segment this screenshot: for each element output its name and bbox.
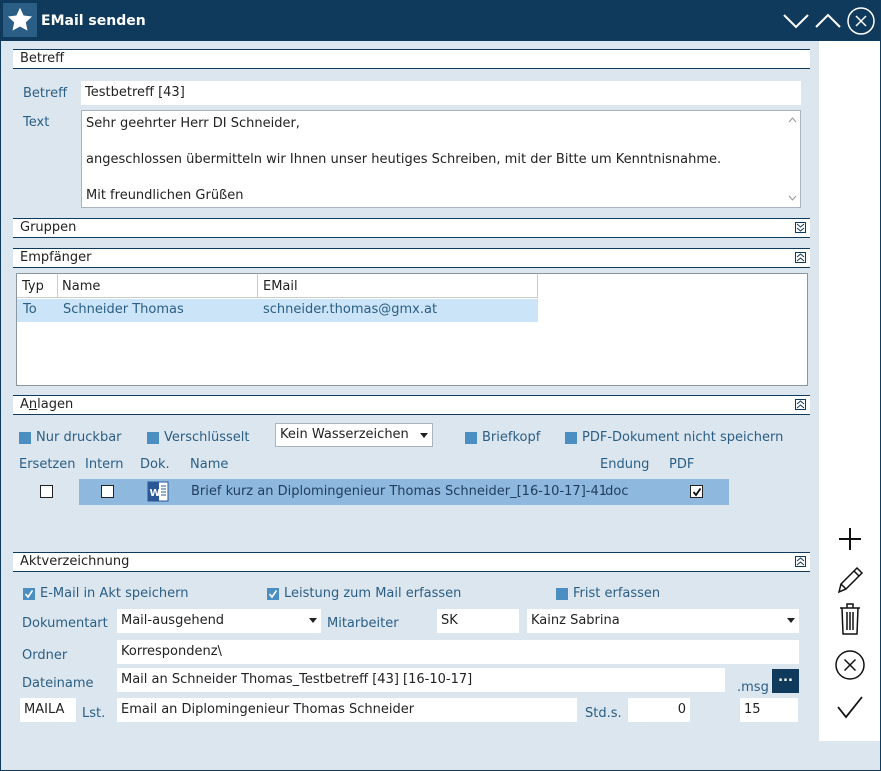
akt-section-header[interactable]: Aktverzeichnung <box>13 552 810 572</box>
mitarbeiter-label: Mitarbeiter <box>327 616 399 631</box>
close-circle-icon[interactable] <box>846 5 876 37</box>
email-dialog: EMail senden Betreff Betreff Testbetreff… <box>0 0 881 771</box>
mitarbeiter-kuerzel-input[interactable]: SK <box>437 609 519 633</box>
text-line: angeschlossen übermitteln wir Ihnen unse… <box>86 152 722 167</box>
collapse-icon[interactable] <box>795 556 806 567</box>
lst-label: Lst. <box>82 706 106 721</box>
plus-icon[interactable] <box>833 522 867 556</box>
recipient-email: schneider.thomas@gmx.at <box>263 302 438 317</box>
pdf-checkbox[interactable] <box>690 485 703 498</box>
empfaenger-section: Typ Name EMail To Schneider Thomas schne… <box>13 270 810 390</box>
section-title: Aktverzeichnung <box>20 554 130 569</box>
section-title: Anlagen <box>20 397 74 412</box>
window-title: EMail senden <box>41 13 146 29</box>
dateiname-input[interactable]: Mail an Schneider Thomas_Testbetreff [43… <box>117 668 725 692</box>
word-document-icon[interactable]: W <box>147 481 169 502</box>
anlagen-section-header[interactable]: Anlagen <box>13 395 810 415</box>
text-scrollbar[interactable] <box>784 111 800 207</box>
svg-text:W: W <box>150 488 161 499</box>
expand-icon[interactable] <box>795 222 806 233</box>
lst-input[interactable]: Email an Diplomingenieur Thomas Schneide… <box>117 698 577 722</box>
lst-code-input[interactable]: MAILA <box>20 698 76 722</box>
betreff-label: Betreff <box>23 86 68 101</box>
star-icon <box>3 3 37 37</box>
frist-checkbox[interactable]: Frist erfassen <box>556 586 660 601</box>
dropdown-arrow-icon <box>420 433 428 438</box>
column-header[interactable]: Name <box>62 279 100 294</box>
briefkopf-checkbox[interactable]: Briefkopf <box>465 430 540 445</box>
column-header[interactable]: Intern <box>85 457 124 472</box>
column-header[interactable]: Ersetzen <box>19 457 76 472</box>
ordner-label: Ordner <box>22 648 68 663</box>
trash-icon[interactable] <box>833 602 867 636</box>
section-title: Betreff <box>20 51 65 66</box>
scroll-up-icon[interactable] <box>788 117 797 123</box>
text-label: Text <box>23 115 50 130</box>
attachment-name: Brief kurz an Diplomingenieur Thomas Sch… <box>191 484 607 499</box>
gruppen-section-header[interactable]: Gruppen <box>13 218 810 238</box>
title-bar: EMail senden <box>1 1 880 41</box>
section-title: Gruppen <box>20 220 77 235</box>
ersetzen-checkbox[interactable] <box>40 485 53 498</box>
verschluesselt-checkbox[interactable]: Verschlüsselt <box>147 430 250 445</box>
dateiname-label: Dateiname <box>22 676 94 691</box>
nur-druckbar-checkbox[interactable]: Nur druckbar <box>19 430 122 445</box>
mitarbeiter-select[interactable]: Kainz Sabrina <box>527 609 799 633</box>
intern-checkbox[interactable] <box>101 485 114 498</box>
recipient-type: To <box>23 302 37 317</box>
text-line: Mit freundlichen Grüßen <box>86 188 244 203</box>
section-title: Empfänger <box>20 250 92 265</box>
betreff-input[interactable]: Testbetreff [43] <box>81 81 801 105</box>
empfaenger-section-header[interactable]: Empfänger <box>13 248 810 268</box>
pdf-nicht-speichern-checkbox[interactable]: PDF-Dokument nicht speichern <box>565 430 783 445</box>
leistung-checkbox[interactable]: Leistung zum Mail erfassen <box>267 586 461 601</box>
collapse-icon[interactable] <box>795 399 806 410</box>
stds-label: Std.s. <box>585 706 622 721</box>
column-header[interactable]: Typ <box>22 279 44 294</box>
table-row[interactable]: To Schneider Thomas schneider.thomas@gmx… <box>17 299 538 322</box>
column-header[interactable]: PDF <box>669 457 694 472</box>
chevron-down-icon[interactable] <box>781 5 811 37</box>
text-line: Sehr geehrter Herr DI Schneider, <box>86 116 300 131</box>
email-in-akt-checkbox[interactable]: E-Mail in Akt speichern <box>23 586 188 601</box>
extra-value-input[interactable]: 15 <box>740 698 798 722</box>
ordner-input[interactable]: Korrespondenz\ <box>117 640 799 664</box>
action-sidebar <box>819 41 880 741</box>
checkmark-icon[interactable] <box>833 690 867 724</box>
wasserzeichen-select[interactable]: Kein Wasserzeichen <box>275 423 433 447</box>
text-area[interactable]: Sehr geehrter Herr DI Schneider, angesch… <box>81 110 801 208</box>
table-row[interactable]: W Brief kurz an Diplomingenieur Thomas S… <box>15 479 729 505</box>
column-header[interactable]: EMail <box>263 279 298 294</box>
stds-input[interactable]: 0 <box>628 698 690 722</box>
scroll-down-icon[interactable] <box>788 195 797 201</box>
akt-section: E-Mail in Akt speichern Leistung zum Mai… <box>13 574 810 731</box>
attachment-extension: .doc <box>601 484 629 499</box>
betreff-section: Betreff Testbetreff [43] Text Sehr geehr… <box>13 71 810 211</box>
dateiname-extension: .msg <box>737 680 769 695</box>
column-header[interactable]: Name <box>190 457 228 472</box>
anlagen-section: Nur druckbar Verschlüsselt Kein Wasserze… <box>13 417 810 541</box>
column-header[interactable]: Endung <box>600 457 649 472</box>
chevron-up-icon[interactable] <box>813 5 843 37</box>
betreff-section-header[interactable]: Betreff <box>13 49 810 69</box>
dropdown-arrow-icon <box>309 618 317 623</box>
cancel-circle-icon[interactable] <box>833 648 867 682</box>
dropdown-arrow-icon <box>787 618 795 623</box>
dokumentart-select[interactable]: Mail-ausgehend <box>117 609 321 633</box>
recipient-name: Schneider Thomas <box>63 302 184 317</box>
recipients-table: Typ Name EMail To Schneider Thomas schne… <box>16 273 808 386</box>
pencil-icon[interactable] <box>833 562 867 596</box>
column-header[interactable]: Dok. <box>140 457 170 472</box>
table-header: Typ Name EMail <box>17 274 538 298</box>
dokumentart-label: Dokumentart <box>22 616 108 631</box>
browse-button[interactable]: ... <box>772 669 799 693</box>
collapse-icon[interactable] <box>795 252 806 263</box>
checkmark-icon <box>692 487 701 496</box>
